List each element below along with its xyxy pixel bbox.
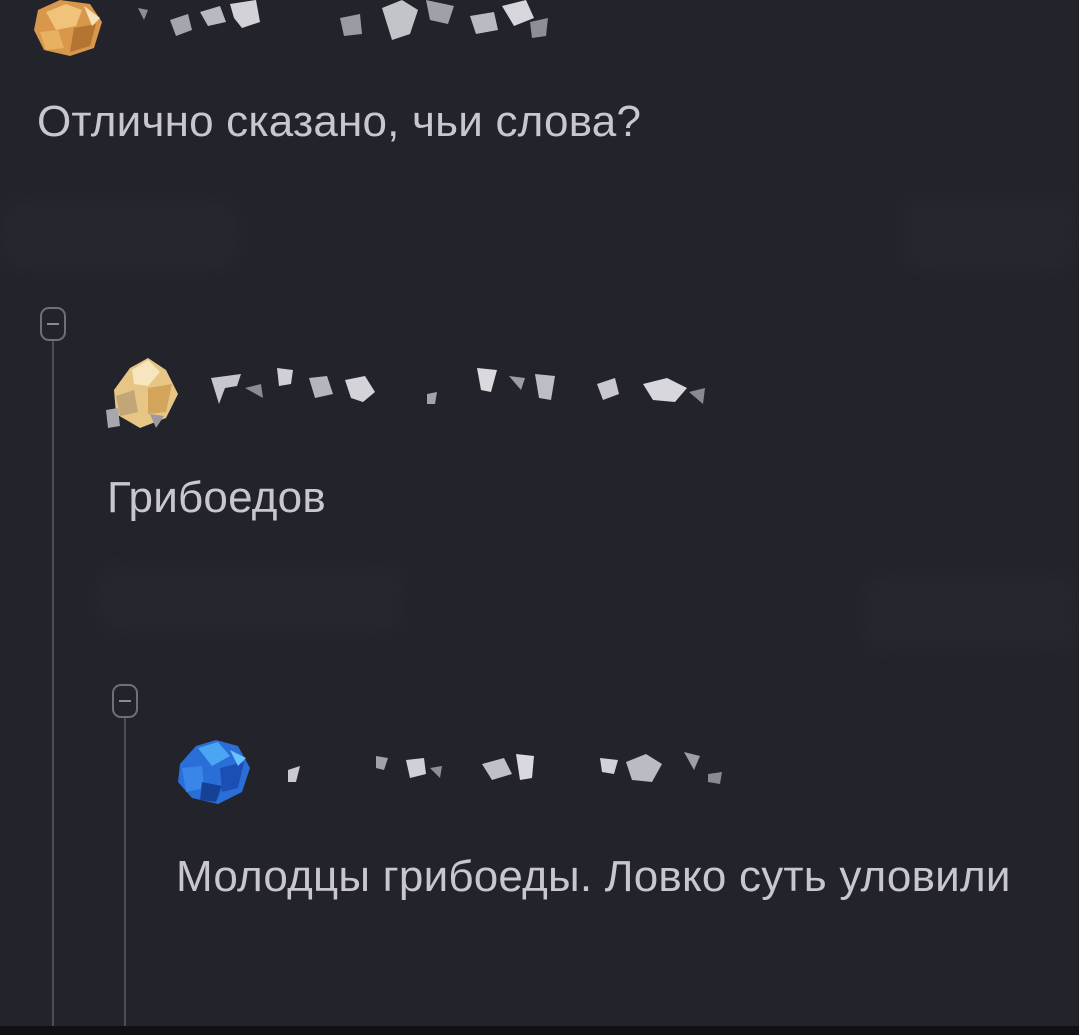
collapse-thread-button[interactable] xyxy=(40,307,66,341)
comment-1-author-obfuscated[interactable] xyxy=(130,0,560,48)
bottom-edge xyxy=(0,1026,1079,1035)
comment-1-actions-left-obfuscated xyxy=(0,198,240,272)
comment-3-avatar[interactable] xyxy=(172,734,256,810)
comment-1-text: Отлично сказано, чьи слова? xyxy=(37,97,642,146)
comment-1-actions-right-obfuscated xyxy=(900,196,1079,272)
comment-2-actions-left-obfuscated xyxy=(96,562,406,634)
thread-line xyxy=(52,341,54,1031)
comment-thread-screen: Отлично сказано, чьи слова? Грибоедов Мо… xyxy=(0,0,1079,1035)
thread-line xyxy=(124,718,126,1031)
comment-2-text: Грибоедов xyxy=(107,473,326,522)
minus-icon xyxy=(47,323,59,325)
comment-2-avatar[interactable] xyxy=(104,354,184,432)
comment-2-author-obfuscated[interactable] xyxy=(205,364,725,420)
comment-2-actions-right-obfuscated xyxy=(862,574,1079,654)
comment-3-author-obfuscated[interactable] xyxy=(280,748,740,796)
collapse-thread-button[interactable] xyxy=(112,684,138,718)
comment-1-avatar[interactable] xyxy=(30,0,106,58)
minus-icon xyxy=(119,700,131,702)
comment-3-text: Молодцы грибоеды. Ловко суть уловили xyxy=(176,852,1011,901)
